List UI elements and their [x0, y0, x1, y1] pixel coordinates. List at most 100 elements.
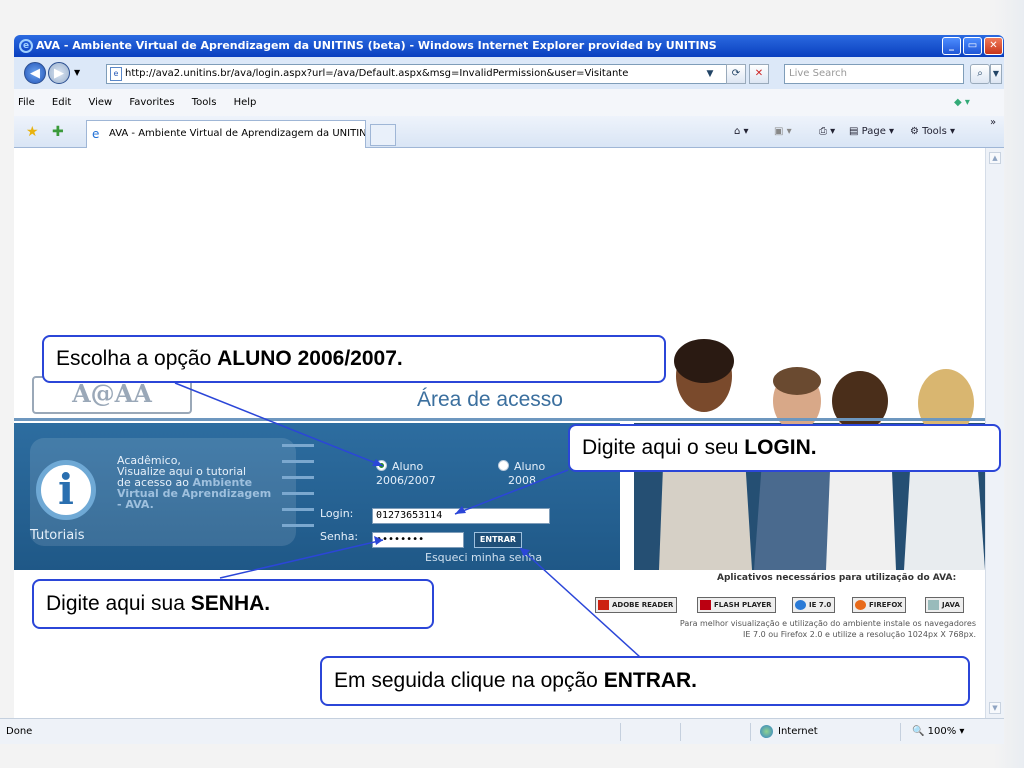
callout-aluno-bold: ALUNO 2006/2007.: [217, 347, 403, 370]
apps-note-line-2: IE 7.0 ou Firefox 2.0 e utilize a resolu…: [743, 630, 976, 639]
info-icon[interactable]: i: [36, 460, 96, 520]
callout-senha-bold: SENHA.: [190, 592, 271, 615]
area-title: Área de acesso: [417, 388, 563, 411]
adobe-reader-badge[interactable]: ADOBE READER: [595, 597, 678, 613]
login-label: Login:: [320, 507, 354, 520]
favorites-center-icon[interactable]: ★: [26, 124, 39, 140]
java-label: JAVA: [942, 601, 960, 609]
java-badge[interactable]: JAVA: [925, 597, 964, 613]
ie-logo-icon: e: [19, 39, 33, 53]
zoom-value: 100%: [927, 726, 957, 737]
menu-help[interactable]: Help: [234, 97, 257, 108]
refresh-button[interactable]: ⟳: [726, 64, 746, 84]
slide-frame: e AVA - Ambiente Virtual de Aprendizagem…: [0, 0, 1024, 768]
chevron-more-icon[interactable]: »: [990, 116, 996, 130]
address-toolbar: ◀ ▶ ▼ e http://ava2.unitins.br/ava/login…: [14, 57, 1004, 89]
maximize-button[interactable]: ▭: [963, 37, 982, 55]
java-icon: [928, 600, 939, 610]
radio1-line2: 2006/2007: [376, 474, 436, 487]
zoom-level[interactable]: 🔍 100% ▾: [912, 719, 964, 745]
adobe-label: ADOBE READER: [612, 601, 674, 609]
firefox-icon: [855, 600, 866, 610]
back-button[interactable]: ◀: [24, 62, 46, 84]
ie-icon: [795, 600, 806, 610]
print-icon[interactable]: ⎙ ▾: [819, 125, 835, 139]
page-menu-label: Page: [861, 126, 886, 137]
radio-dot-unchecked[interactable]: [498, 460, 509, 471]
status-separator: [680, 723, 681, 741]
tab-ie-icon: e: [92, 127, 100, 141]
flash-player-badge[interactable]: FLASH PLAYER: [697, 597, 776, 613]
apps-note: Para melhor visualização e utilização do…: [576, 618, 976, 640]
entrar-button[interactable]: ENTRAR: [474, 532, 522, 548]
menu-view[interactable]: View: [88, 97, 112, 108]
senha-input[interactable]: ••••••••: [372, 532, 464, 548]
page-menu[interactable]: ▤ Page ▾: [849, 125, 894, 139]
radio-aluno-2008[interactable]: Aluno 2008: [498, 460, 545, 488]
menu-favorites[interactable]: Favorites: [129, 97, 174, 108]
header-line: [14, 418, 985, 421]
callout-login-text: Digite aqui o seu: [582, 436, 745, 459]
window-title-bar: e AVA - Ambiente Virtual de Aprendizagem…: [14, 35, 1004, 57]
page-icon: e: [110, 67, 122, 81]
flash-icon: [700, 600, 711, 610]
status-separator: [750, 723, 751, 741]
toolbar-extension-icon[interactable]: ◆ ▾: [954, 89, 970, 116]
callout-entrar: Em seguida clique na opção ENTRAR.: [320, 656, 970, 706]
forward-button[interactable]: ▶: [48, 62, 70, 84]
callout-senha: Digite aqui sua SENHA.: [32, 579, 434, 629]
radio-aluno-2006-2007[interactable]: Aluno 2006/2007: [376, 460, 436, 488]
home-icon[interactable]: ⌂ ▾: [734, 125, 749, 139]
callout-aluno-text: Escolha a opção: [56, 347, 218, 370]
window-title: AVA - Ambiente Virtual de Aprendizagem d…: [36, 39, 717, 52]
adobe-icon: [598, 600, 609, 610]
callout-login: Digite aqui o seu LOGIN.: [568, 424, 1001, 472]
search-icon[interactable]: ⌕: [970, 64, 990, 84]
tab-label: AVA - Ambiente Virtual de Aprendizagem d…: [109, 128, 366, 139]
radio2-line1: Aluno: [514, 460, 546, 473]
new-tab-button[interactable]: [370, 124, 396, 146]
history-dropdown-icon[interactable]: ▼: [74, 68, 80, 77]
feeds-icon[interactable]: ▣ ▾: [774, 125, 792, 139]
login-input[interactable]: 01273653114: [372, 508, 550, 524]
scroll-up-icon[interactable]: ▲: [989, 152, 1001, 164]
flash-label: FLASH PLAYER: [714, 601, 772, 609]
callout-login-bold: LOGIN.: [744, 436, 817, 459]
ie-label: IE 7.0: [809, 601, 832, 609]
callout-senha-text: Digite aqui sua: [46, 592, 191, 615]
status-separator: [900, 723, 901, 741]
search-input[interactable]: Live Search: [784, 64, 964, 84]
tools-menu-label: Tools: [922, 126, 947, 137]
close-button[interactable]: ✕: [984, 37, 1003, 55]
address-dropdown-icon[interactable]: ▼: [700, 65, 720, 85]
firefox-badge[interactable]: FIREFOX: [852, 597, 907, 613]
callout-entrar-bold: ENTRAR.: [603, 669, 698, 692]
internet-zone[interactable]: Internet: [760, 724, 818, 740]
tab-active[interactable]: e AVA - Ambiente Virtual de Aprendizagem…: [86, 120, 366, 148]
radio2-line2: 2008: [508, 474, 536, 487]
tutorial-text[interactable]: Acadêmico, Visualize aqui o tutorial de …: [117, 455, 277, 510]
radio-dot-checked[interactable]: [376, 460, 387, 471]
tools-menu[interactable]: ⚙ Tools ▾: [910, 125, 955, 139]
menu-edit[interactable]: Edit: [52, 97, 71, 108]
address-url: http://ava2.unitins.br/ava/login.aspx?ur…: [125, 68, 629, 79]
stop-button[interactable]: ✕: [749, 64, 769, 84]
tab-bar: ★ ✚ e AVA - Ambiente Virtual de Aprendiz…: [14, 116, 1004, 148]
callout-entrar-text: Em seguida clique na opção: [334, 669, 604, 692]
senha-label: Senha:: [320, 530, 359, 543]
menu-file[interactable]: File: [18, 97, 35, 108]
minimize-button[interactable]: _: [942, 37, 961, 55]
menu-tools[interactable]: Tools: [192, 97, 217, 108]
address-bar[interactable]: e http://ava2.unitins.br/ava/login.aspx?…: [106, 64, 736, 84]
status-bar: Done Internet 🔍 100% ▾: [0, 718, 1004, 744]
tutorial-label: Tutoriais: [30, 528, 85, 543]
decorative-stripes: [282, 444, 314, 544]
apps-title: Aplicativos necessários para utilização …: [717, 573, 957, 583]
status-separator: [620, 723, 621, 741]
add-favorites-icon[interactable]: ✚: [52, 124, 64, 140]
tutorial-line-5: - AVA.: [117, 498, 154, 511]
forgot-password-link[interactable]: Esqueci minha senha: [425, 551, 542, 564]
scroll-down-icon[interactable]: ▼: [989, 702, 1001, 714]
search-options-icon[interactable]: ▼: [990, 64, 1002, 84]
ie7-badge[interactable]: IE 7.0: [792, 597, 836, 613]
